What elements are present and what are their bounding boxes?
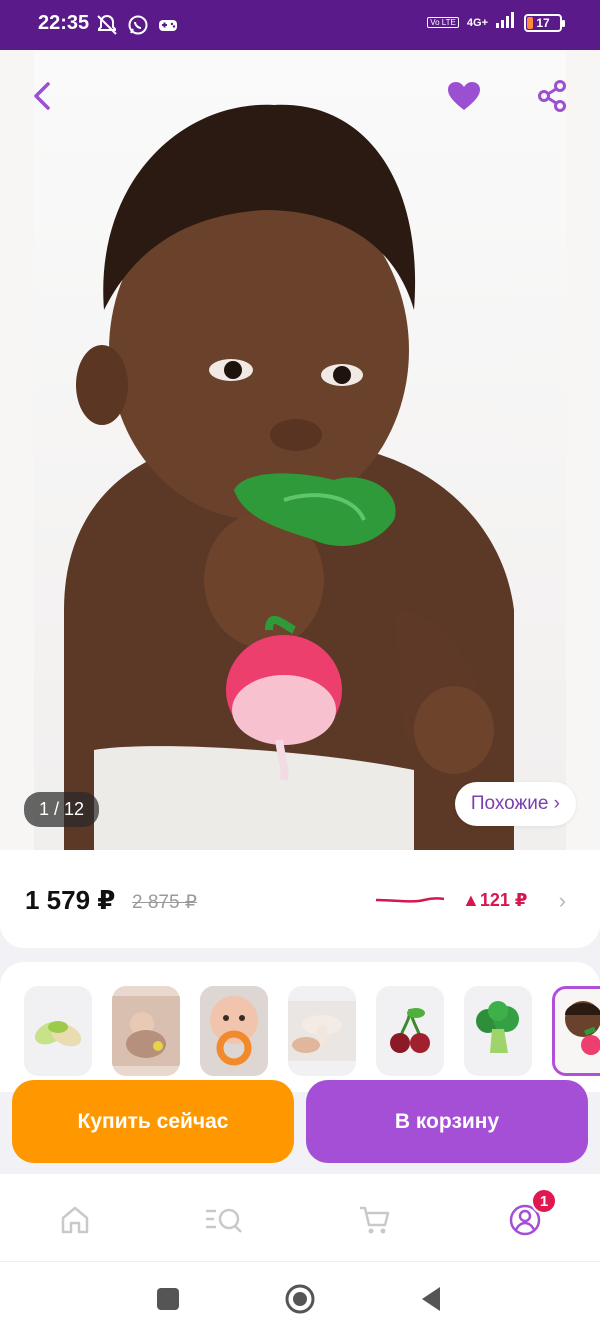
variant-thumb-baby-blanket[interactable] [112, 986, 180, 1076]
gamepad-icon [157, 14, 179, 41]
nav-catalog[interactable] [202, 1198, 246, 1242]
current-price: 1 579 ₽ [25, 885, 116, 915]
add-to-cart-button[interactable]: В корзину [306, 1080, 588, 1163]
price-trend-sparkline [374, 890, 446, 915]
triangle-back-icon [422, 1287, 440, 1311]
notification-badge: 1 [531, 1188, 557, 1214]
whatsapp-icon [127, 14, 149, 41]
network-label: 4G+ [466, 16, 488, 29]
mute-bell-icon [95, 13, 119, 42]
variant-thumb-baby-orange[interactable] [200, 986, 268, 1076]
gallery-pager: 1 / 12 [24, 792, 100, 827]
variant-thumb-radish-selected[interactable] [552, 986, 600, 1076]
share-icon [538, 80, 566, 112]
catalog-search-icon [206, 1208, 242, 1233]
chevron-right-icon[interactable]: › [559, 888, 566, 914]
similar-button[interactable]: Похожие › [454, 782, 576, 826]
back-system-button[interactable] [414, 1282, 448, 1316]
home-icon [61, 1206, 89, 1234]
variant-thumb-pistachio[interactable] [24, 986, 92, 1076]
bottom-nav: 1 [0, 1174, 600, 1262]
product-photo [34, 50, 566, 850]
old-price: 2 875 ₽ [132, 892, 197, 913]
nav-cart[interactable] [353, 1198, 397, 1242]
back-button[interactable] [22, 76, 62, 116]
nav-home[interactable] [53, 1198, 97, 1242]
square-icon [157, 1288, 179, 1310]
chevron-left-icon [34, 82, 50, 110]
status-time: 22:35 [38, 12, 90, 34]
status-bar: 22:35 Vo LTE 4G+ 17 [0, 0, 600, 50]
action-bar: Купить сейчас В корзину [0, 1080, 600, 1166]
variant-thumb-broccoli[interactable] [464, 986, 532, 1076]
volte-indicator: Vo LTE [427, 17, 459, 28]
price-card[interactable]: 1 579 ₽ 2 875 ₽ ▲121 ₽ › [0, 850, 600, 948]
variant-thumb-mushroom[interactable] [288, 986, 356, 1076]
product-gallery[interactable]: 1 / 12 Похожие › [0, 50, 600, 850]
price-change: ▲121 ₽ [462, 890, 528, 910]
favorite-button[interactable] [444, 76, 484, 116]
variant-selector [0, 962, 600, 1092]
battery-icon: 17 [524, 13, 565, 32]
battery-level: 17 [536, 15, 550, 30]
signal-icon [496, 12, 516, 33]
app-screen: 22:35 Vo LTE 4G+ 17 1 / 12 Похожие › 1 5… [0, 0, 600, 1332]
heart-icon [448, 82, 480, 110]
variant-thumb-cherry[interactable] [376, 986, 444, 1076]
home-system-button[interactable] [283, 1282, 317, 1316]
circle-home-icon [285, 1284, 315, 1314]
recent-apps-button[interactable] [151, 1282, 185, 1316]
nav-profile[interactable]: 1 [503, 1188, 557, 1242]
buy-now-button[interactable]: Купить сейчас [12, 1080, 294, 1163]
share-button[interactable] [532, 76, 572, 116]
cart-icon [360, 1206, 390, 1234]
system-nav-bar [0, 1262, 600, 1332]
